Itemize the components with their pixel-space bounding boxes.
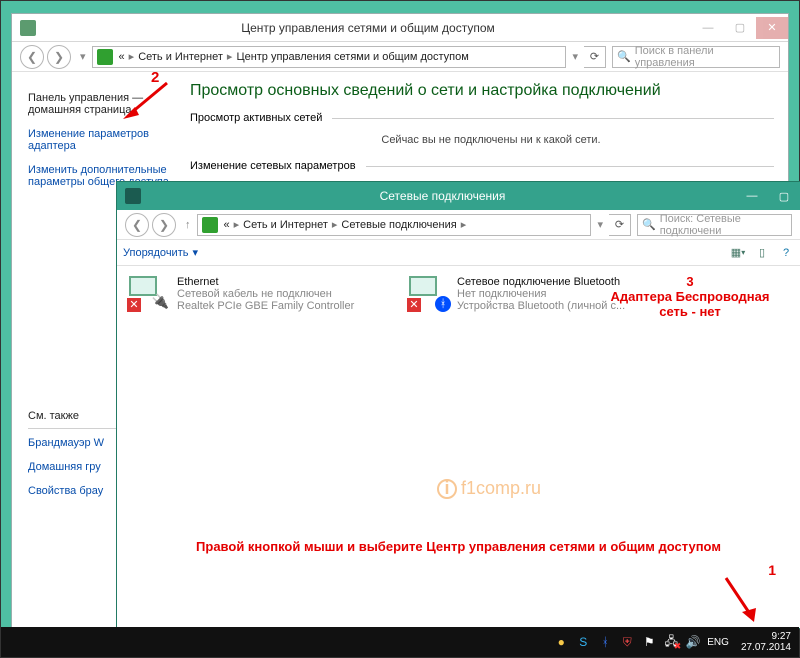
sidebar-adapter-settings[interactable]: Изменение параметров адаптера <box>28 128 178 152</box>
nav-fwd-button[interactable]: ❯ <box>47 45 71 69</box>
bluetooth-icon: ᚼ <box>435 296 451 312</box>
breadcrumb-row: ❮ ❯ ↑ « ▸ Сеть и Интернет ▸ Сетевые подк… <box>117 210 800 240</box>
adapter-ethernet[interactable]: ✕🔌 Ethernet Сетевой кабель не подключен … <box>129 276 369 312</box>
crumb-current[interactable]: Центр управления сетями и общим доступом <box>236 51 468 63</box>
nav-back-button[interactable]: ❮ <box>125 213 149 237</box>
search-icon: 🔍 <box>642 218 656 231</box>
titlebar[interactable]: Сетевые подключения — ▢ <box>117 182 800 210</box>
tray-skype-icon[interactable]: S <box>575 634 591 650</box>
tray-volume-icon[interactable]: 🔊 <box>685 634 701 650</box>
tray-security-icon[interactable]: ⛨ <box>619 634 635 650</box>
adapter-icon: ✕🔌 <box>129 276 169 310</box>
crumb-dropdown[interactable]: ▾ <box>597 218 603 231</box>
nav-up-button[interactable]: ↑ <box>185 219 191 231</box>
tray-clock[interactable]: 9:2727.07.2014 <box>741 631 791 653</box>
crumb-start: « <box>119 51 125 63</box>
search-input[interactable]: 🔍 Поиск в панели управления <box>612 46 780 68</box>
nav-back-button[interactable]: ❮ <box>20 45 44 69</box>
annotation-1-text: Правой кнопкой мыши и выберите Центр упр… <box>117 539 800 554</box>
annotation-2-arrow <box>121 81 171 121</box>
titlebar[interactable]: Центр управления сетями и общим доступом… <box>12 14 788 42</box>
breadcrumb-row: ❮ ❯ ▾ « ▸ Сеть и Интернет ▸ Центр управл… <box>12 42 788 72</box>
window-title: Центр управления сетями и общим доступом <box>44 21 692 35</box>
adapter-icon: ✕ᚼ <box>409 276 449 310</box>
network-connections-window: Сетевые подключения — ▢ ❮ ❯ ↑ « ▸ Сеть и… <box>116 181 800 629</box>
window-title: Сетевые подключения <box>149 189 736 203</box>
change-settings-head: Изменение сетевых параметров <box>190 160 774 172</box>
active-networks-head: Просмотр активных сетей <box>190 112 774 124</box>
refresh-button[interactable]: ⟳ <box>584 46 606 68</box>
adapter-name: Ethernet <box>177 276 354 288</box>
crumb-current[interactable]: Сетевые подключения <box>341 219 456 231</box>
page-title: Просмотр основных сведений о сети и наст… <box>190 82 774 100</box>
crumb-start: « <box>224 219 230 231</box>
annotation-1-number: 1 <box>768 562 776 578</box>
breadcrumb-icon <box>97 49 113 65</box>
annotation-1-arrow <box>722 574 762 624</box>
refresh-button[interactable]: ⟳ <box>609 214 631 236</box>
breadcrumb[interactable]: « ▸ Сеть и Интернет ▸ Центр управления с… <box>92 46 567 68</box>
preview-pane-button[interactable]: ▯ <box>754 245 770 261</box>
minimize-button[interactable]: — <box>736 185 768 207</box>
maximize-button[interactable]: ▢ <box>768 185 800 207</box>
adapter-device: Realtek PCIe GBE Family Controller <box>177 300 354 312</box>
tray-lang[interactable]: ENG <box>707 634 729 650</box>
breadcrumb[interactable]: « ▸ Сеть и Интернет ▸ Сетевые подключени… <box>197 214 592 236</box>
close-button[interactable]: ✕ <box>756 17 788 39</box>
adapter-status: Сетевой кабель не подключен <box>177 288 354 300</box>
tray-action-center-icon[interactable]: ⚑ <box>641 634 657 650</box>
organize-menu[interactable]: Упорядочить▾ <box>123 246 198 259</box>
crumb-dropdown[interactable]: ▾ <box>572 50 578 63</box>
breadcrumb-icon <box>202 217 218 233</box>
command-bar: Упорядочить▾ ▦▾ ▯ ? <box>117 240 800 266</box>
crumb-root[interactable]: Сеть и Интернет <box>138 51 223 63</box>
app-icon <box>125 188 141 204</box>
app-icon <box>20 20 36 36</box>
tray-bluetooth-icon[interactable]: ᚼ <box>597 634 613 650</box>
annotation-3: 3 Адаптера Беспроводная сеть - нет <box>600 274 780 319</box>
active-networks-empty: Сейчас вы не подключены ни к какой сети. <box>190 132 774 160</box>
minimize-button[interactable]: — <box>692 17 724 39</box>
maximize-button[interactable]: ▢ <box>724 17 756 39</box>
view-mode-button[interactable]: ▦▾ <box>730 245 746 261</box>
help-button[interactable]: ? <box>778 245 794 261</box>
search-icon: 🔍 <box>617 50 631 63</box>
tray-messenger-icon[interactable]: ● <box>553 634 569 650</box>
nav-fwd-button[interactable]: ❯ <box>152 213 176 237</box>
nav-history-dropdown[interactable]: ▾ <box>80 50 86 63</box>
watermark: if1comp.ru <box>437 478 541 499</box>
crumb-root[interactable]: Сеть и Интернет <box>243 219 328 231</box>
tray-network-icon[interactable]: 🖧✖ <box>663 634 679 650</box>
search-input[interactable]: 🔍 Поиск: Сетевые подключени <box>637 214 792 236</box>
taskbar[interactable]: ● S ᚼ ⛨ ⚑ 🖧✖ 🔊 ENG 9:2727.07.2014 <box>1 627 799 657</box>
